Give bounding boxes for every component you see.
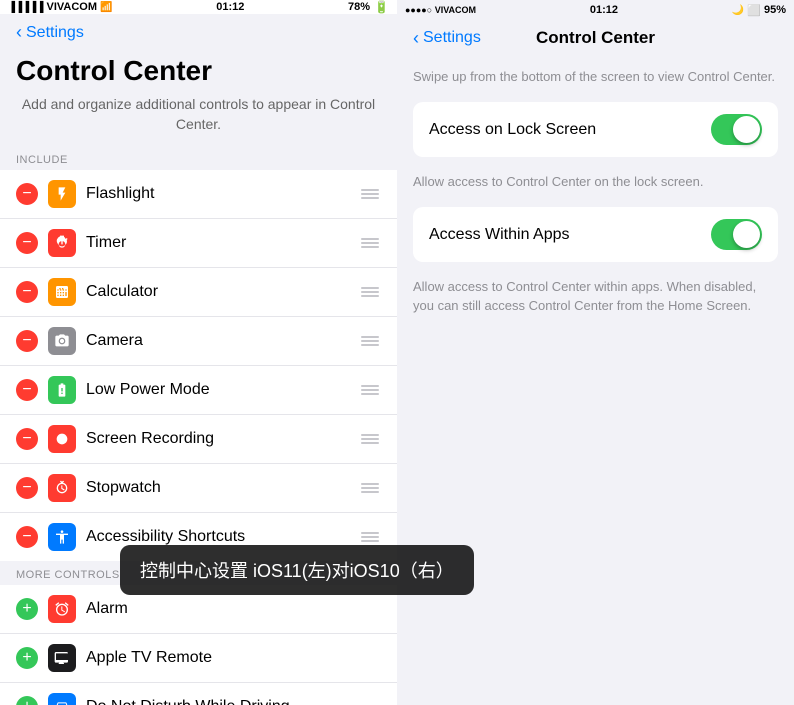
battery-percent-right: 95% (764, 4, 786, 16)
status-bar-left: ▐▐▐▐▐ VIVACOM 📶 01:12 78% 🔋 (0, 0, 397, 14)
timer-label: Timer (86, 234, 359, 252)
list-item: − Calculator (0, 268, 397, 317)
remove-accessibility-button[interactable]: − (16, 526, 38, 548)
calculator-label: Calculator (86, 283, 359, 301)
nav-bar-right: ‹ Settings Control Center (397, 20, 794, 56)
lock-screen-description: Allow access to Control Center on the lo… (397, 165, 794, 207)
back-chevron-left: ‹ (16, 22, 22, 43)
subtitle-left: Add and organize additional controls to … (0, 95, 397, 146)
list-item: − Camera (0, 317, 397, 366)
appletv-icon (48, 644, 76, 672)
alarm-icon (48, 595, 76, 623)
stopwatch-drag-handle[interactable] (359, 483, 381, 493)
camera-icon (48, 327, 76, 355)
calculator-drag-handle[interactable] (359, 287, 381, 297)
add-appletv-button[interactable]: + (16, 647, 38, 669)
toggle-knob (733, 116, 760, 143)
time-left: 01:12 (216, 1, 244, 13)
more-list: + Alarm + Apple TV Remote + Do Not Distu… (0, 585, 397, 705)
remove-flashlight-button[interactable]: − (16, 183, 38, 205)
list-item: − Low Power Mode (0, 366, 397, 415)
left-panel: ▐▐▐▐▐ VIVACOM 📶 01:12 78% 🔋 ‹ Settings C… (0, 0, 397, 705)
nav-title-right: Control Center (536, 28, 655, 48)
list-item: + Do Not Disturb While Driving (0, 683, 397, 705)
right-status-right: 🌙 ⬜ 95% (732, 4, 786, 17)
appletv-label: Apple TV Remote (86, 649, 381, 667)
right-panel: ●●●●○ VIVACOM 01:12 🌙 ⬜ 95% ‹ Settings C… (397, 0, 794, 705)
stopwatch-label: Stopwatch (86, 479, 359, 497)
screenrecording-icon (48, 425, 76, 453)
right-status-left: 78% 🔋 (348, 0, 389, 14)
list-item: − Stopwatch (0, 464, 397, 513)
info-text: Swipe up from the bottom of the screen t… (397, 56, 794, 102)
screenrecording-label: Screen Recording (86, 430, 359, 448)
remove-stopwatch-button[interactable]: − (16, 477, 38, 499)
dnd-label: Do Not Disturb While Driving (86, 698, 381, 705)
remove-camera-button[interactable]: − (16, 330, 38, 352)
calculator-icon (48, 278, 76, 306)
carrier-left: ▐▐▐▐▐ VIVACOM 📶 (8, 1, 113, 13)
accessibility-label: Accessibility Shortcuts (86, 528, 359, 546)
timer-drag-handle[interactable] (359, 238, 381, 248)
timer-icon (48, 229, 76, 257)
lock-screen-group: Access on Lock Screen (413, 102, 778, 157)
camera-label: Camera (86, 332, 359, 350)
within-apps-description: Allow access to Control Center within ap… (397, 270, 794, 330)
back-button-left[interactable]: ‹ Settings (16, 22, 84, 43)
flashlight-icon (48, 180, 76, 208)
page-title-left: Control Center (0, 51, 397, 95)
lock-screen-row: Access on Lock Screen (413, 102, 778, 157)
battery-icon-left: 🔋 (374, 0, 389, 14)
dnd-icon (48, 693, 76, 705)
list-item: + Apple TV Remote (0, 634, 397, 683)
camera-drag-handle[interactable] (359, 336, 381, 346)
flashlight-drag-handle[interactable] (359, 189, 381, 199)
flashlight-label: Flashlight (86, 185, 359, 203)
moon-icon: 🌙 (732, 5, 744, 16)
include-list: − Flashlight − Timer − (0, 170, 397, 561)
accessibility-icon (48, 523, 76, 551)
status-bar-right: ●●●●○ VIVACOM 01:12 🌙 ⬜ 95% (397, 0, 794, 20)
lowpower-label: Low Power Mode (86, 381, 359, 399)
list-item: − Flashlight (0, 170, 397, 219)
time-right: 01:12 (590, 4, 618, 16)
stopwatch-icon (48, 474, 76, 502)
within-apps-row: Access Within Apps (413, 207, 778, 262)
lowpower-drag-handle[interactable] (359, 385, 381, 395)
remove-calculator-button[interactable]: − (16, 281, 38, 303)
lowpower-icon (48, 376, 76, 404)
list-item: − Screen Recording (0, 415, 397, 464)
signal-dots-right: ●●●●○ VIVACOM (405, 5, 476, 15)
battery-percent-left: 78% (348, 1, 370, 13)
within-apps-label: Access Within Apps (429, 226, 711, 244)
back-label-right: Settings (423, 29, 481, 47)
battery-icon-right: ⬜ (747, 4, 761, 17)
toggle-knob-2 (733, 221, 760, 248)
lock-screen-toggle[interactable] (711, 114, 762, 145)
list-item: − Timer (0, 219, 397, 268)
back-button-right[interactable]: ‹ Settings (413, 28, 481, 49)
right-content: Swipe up from the bottom of the screen t… (397, 56, 794, 705)
back-label-left: Settings (26, 24, 84, 42)
include-header: INCLUDE (0, 146, 397, 170)
nav-bar-left: ‹ Settings (0, 14, 397, 51)
back-chevron-right: ‹ (413, 28, 419, 49)
screenrecording-drag-handle[interactable] (359, 434, 381, 444)
within-apps-group: Access Within Apps (413, 207, 778, 262)
remove-timer-button[interactable]: − (16, 232, 38, 254)
remove-lowpower-button[interactable]: − (16, 379, 38, 401)
accessibility-drag-handle[interactable] (359, 532, 381, 542)
alarm-label: Alarm (86, 600, 381, 618)
lock-screen-label: Access on Lock Screen (429, 121, 711, 139)
add-alarm-button[interactable]: + (16, 598, 38, 620)
within-apps-toggle[interactable] (711, 219, 762, 250)
remove-screenrecording-button[interactable]: − (16, 428, 38, 450)
overlay-banner: 控制中心设置 iOS11(左)对iOS10（右） (120, 545, 474, 595)
add-dnd-button[interactable]: + (16, 696, 38, 705)
